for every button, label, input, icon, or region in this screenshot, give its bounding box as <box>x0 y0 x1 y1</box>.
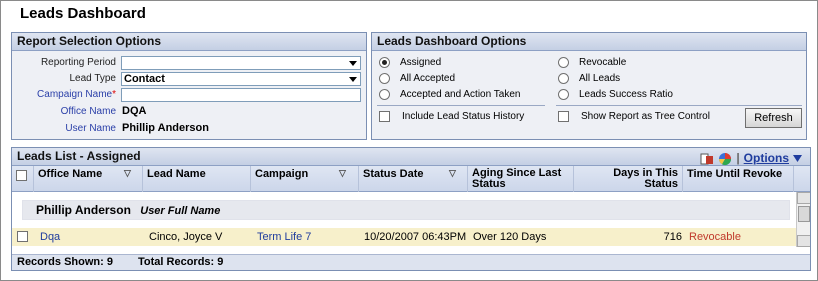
reporting-period-label: Reporting Period <box>40 57 116 68</box>
row-days: 716 <box>663 231 682 243</box>
lead-type-label: Lead Type <box>69 73 116 84</box>
leads-list-title: Leads List - Assigned | Options <box>12 148 810 166</box>
row-campaign-link[interactable]: Term Life 7 <box>257 231 311 243</box>
app-frame: Leads Dashboard Report Selection Options… <box>0 0 818 281</box>
col-time-until-revoke[interactable]: Time Until Revoke <box>683 166 794 192</box>
scroll-down-icon[interactable] <box>797 235 810 247</box>
col-aging[interactable]: Aging Since Last Status <box>468 166 574 192</box>
chevron-down-icon <box>349 77 357 82</box>
table-row[interactable]: Dqa Cinco, Joyce V Term Life 7 10/20/200… <box>12 228 802 246</box>
required-marker: * <box>112 89 116 100</box>
reporting-period-select[interactable] <box>121 56 361 70</box>
pie-chart-icon[interactable] <box>718 152 732 166</box>
lead-type-select[interactable]: Contact <box>121 72 361 86</box>
records-shown: Records Shown: 9 <box>17 256 113 268</box>
campaign-name-input[interactable] <box>121 88 361 102</box>
col-lead-name[interactable]: Lead Name <box>143 166 251 192</box>
export-icon[interactable] <box>700 153 714 165</box>
col-office-name[interactable]: Office Name ▽ <box>34 166 143 192</box>
row-aging: Over 120 Days <box>473 231 547 243</box>
radio-dot <box>379 57 390 68</box>
radio-assigned[interactable]: Assigned <box>379 57 441 68</box>
tree-control-checkbox[interactable]: Show Report as Tree Control <box>558 111 710 122</box>
user-name-label: User Name <box>65 123 116 134</box>
table-header: Office Name ▽ Lead Name Campaign ▽ Status … <box>12 166 810 192</box>
filter-icon[interactable]: ▽ <box>124 168 131 179</box>
radio-dot <box>558 89 569 100</box>
filter-icon[interactable]: ▽ <box>449 168 456 179</box>
checkbox-box <box>379 111 390 122</box>
group-hint: User Full Name <box>140 205 221 217</box>
total-records: Total Records: 9 <box>138 256 224 268</box>
campaign-name-label: Campaign Name* <box>37 89 116 100</box>
radio-dot <box>558 73 569 84</box>
radio-all-accepted[interactable]: All Accepted <box>379 73 455 84</box>
chevron-down-icon[interactable] <box>793 155 802 162</box>
list-toolbar: | Options <box>700 150 802 167</box>
group-row[interactable]: Phillip Anderson User Full Name <box>22 200 790 220</box>
radio-dot <box>379 73 390 84</box>
radio-leads-success-ratio[interactable]: Leads Success Ratio <box>558 89 673 100</box>
radio-dot <box>379 89 390 100</box>
user-name-value: Phillip Anderson <box>122 122 209 134</box>
list-footer: Records Shown: 9 Total Records: 9 <box>12 254 810 270</box>
options-link[interactable]: Options <box>744 150 789 167</box>
divider <box>556 105 802 106</box>
refresh-button[interactable]: Refresh <box>745 108 802 128</box>
divider <box>377 105 545 106</box>
radio-dot <box>558 57 569 68</box>
col-campaign[interactable]: Campaign ▽ <box>251 166 359 192</box>
page-title: Leads Dashboard <box>20 5 146 22</box>
dashboard-options-title: Leads Dashboard Options <box>372 33 806 51</box>
group-name: Phillip Anderson <box>36 203 131 217</box>
report-selection-panel: Report Selection Options Reporting Perio… <box>11 32 367 140</box>
scroll-thumb[interactable] <box>798 206 810 222</box>
checkbox-box <box>558 111 569 122</box>
radio-revocable[interactable]: Revocable <box>558 57 626 68</box>
chevron-down-icon <box>349 61 357 66</box>
leads-list-panel: Leads List - Assigned | Options Office N… <box>11 147 811 271</box>
vertical-scrollbar[interactable] <box>796 192 810 247</box>
filter-icon[interactable]: ▽ <box>339 168 346 179</box>
col-status-date[interactable]: Status Date ▽ <box>359 166 468 192</box>
col-days-in-status[interactable]: Days in This Status <box>574 166 683 192</box>
row-revoke-status: Revocable <box>689 231 741 243</box>
office-name-value: DQA <box>122 105 147 117</box>
include-history-checkbox[interactable]: Include Lead Status History <box>379 111 524 122</box>
row-office-link[interactable]: Dqa <box>40 231 60 243</box>
report-selection-title: Report Selection Options <box>12 33 366 51</box>
office-name-label: Office Name <box>60 106 116 117</box>
scroll-up-icon[interactable] <box>797 192 810 204</box>
lead-type-value: Contact <box>124 73 165 85</box>
dashboard-options-panel: Leads Dashboard Options Assigned All Acc… <box>371 32 807 140</box>
radio-all-leads[interactable]: All Leads <box>558 73 620 84</box>
select-all-column <box>12 166 34 192</box>
radio-accepted-action-taken[interactable]: Accepted and Action Taken <box>379 89 520 100</box>
row-status-date: 10/20/2007 06:43PM <box>364 231 467 243</box>
select-all-checkbox[interactable] <box>16 170 27 181</box>
row-checkbox[interactable] <box>17 231 28 242</box>
row-lead-name: Cinco, Joyce V <box>149 231 223 243</box>
